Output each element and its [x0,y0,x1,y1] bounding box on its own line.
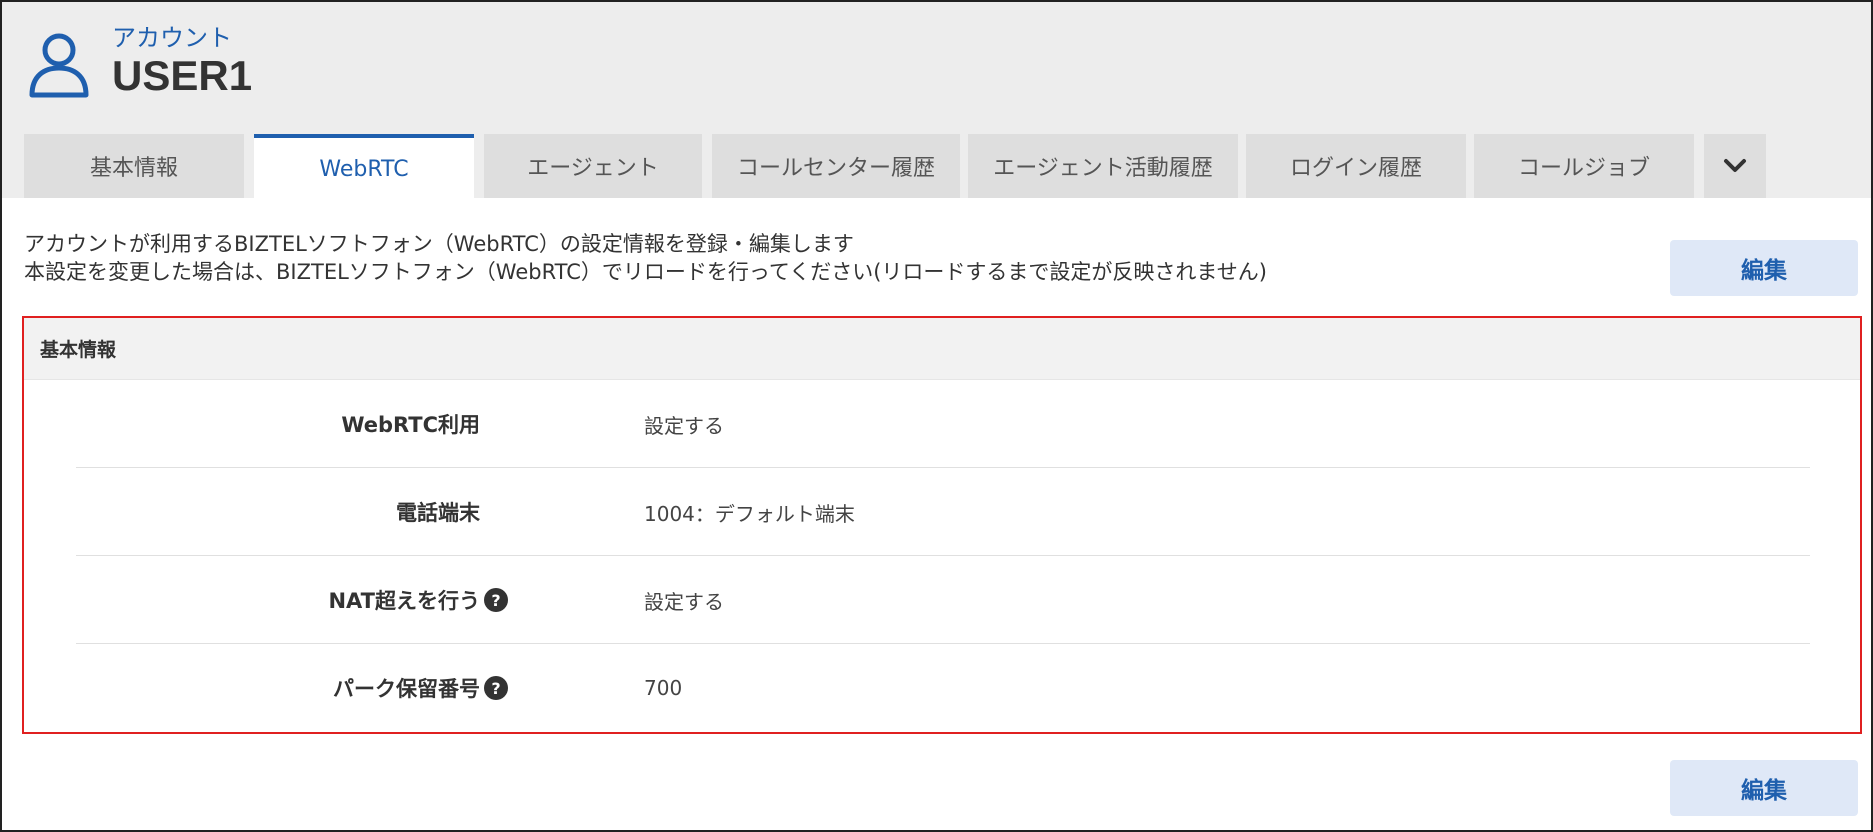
settings-row-phone-terminal: 電話端末 1004：デフォルト端末 [76,468,1810,556]
row-label: NAT超えを行う [328,589,480,613]
tab-label: コールジョブ [1517,156,1650,181]
row-label: パーク保留番号 [333,677,480,701]
row-value: 700 [644,676,683,700]
settings-row-webrtc-usage: WebRTC利用 設定する [76,380,1810,468]
tab-callcenter-history[interactable]: コールセンター履歴 [712,134,960,198]
settings-row-nat-traversal: NAT超えを行う ? 設定する [76,556,1810,644]
row-value: 設定する [644,413,724,438]
tab-agent[interactable]: エージェント [484,134,702,198]
tab-label: WebRTC [319,156,409,182]
edit-button-top[interactable]: 編集 [1670,240,1858,296]
page-title: USER1 [112,52,253,99]
tab-label: コールセンター履歴 [736,156,935,181]
settings-row-park-hold-number: パーク保留番号 ? 700 [76,644,1810,732]
description: アカウントが利用するBIZTELソフトフォン（WebRTC）の設定情報を登録・編… [24,230,1267,286]
tab-more-button[interactable] [1704,134,1766,198]
tab-webrtc[interactable]: WebRTC [254,134,474,200]
page-frame: アカウント USER1 基本情報 WebRTC エージェント コールセンター履歴… [0,0,1873,832]
tab-basic-info[interactable]: 基本情報 [24,134,244,198]
row-label: WebRTC利用 [341,413,480,437]
tab-call-job[interactable]: コールジョブ [1474,134,1694,198]
description-line-2: 本設定を変更した場合は、BIZTELソフトフォン（WebRTC）でリロードを行っ… [24,260,1267,284]
row-label: 電話端末 [396,501,480,525]
row-value: 1004：デフォルト端末 [644,501,855,526]
tab-agent-activity-history[interactable]: エージェント活動履歴 [968,134,1238,198]
help-icon[interactable]: ? [484,676,508,700]
panel-title: 基本情報 [24,318,1860,380]
tab-label: エージェント活動履歴 [993,156,1213,181]
basic-info-panel: 基本情報 WebRTC利用 設定する 電話端末 1004：デフォルト端末 NAT… [22,316,1862,734]
tab-label: 基本情報 [89,156,178,181]
tab-login-history[interactable]: ログイン履歴 [1246,134,1466,198]
account-label: アカウント [112,24,232,52]
description-line-1: アカウントが利用するBIZTELソフトフォン（WebRTC）の設定情報を登録・編… [24,232,854,256]
chevron-down-icon [1724,159,1746,172]
row-value: 設定する [644,589,724,614]
tab-label: ログイン履歴 [1289,156,1422,181]
user-icon [29,33,89,98]
help-icon[interactable]: ? [484,588,508,612]
edit-button-bottom[interactable]: 編集 [1670,760,1858,816]
tab-label: エージェント [527,156,659,181]
